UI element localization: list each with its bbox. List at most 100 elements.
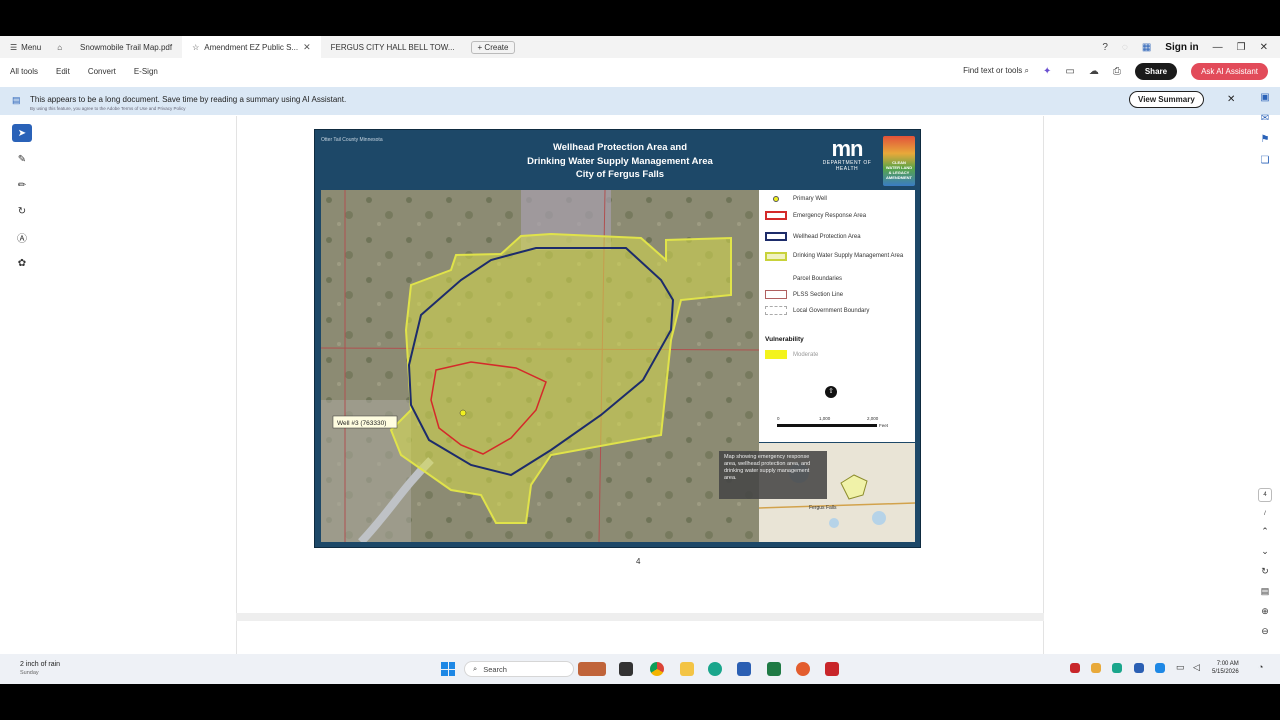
- zoom-out-icon[interactable]: ⊖: [1261, 626, 1269, 637]
- star-icon[interactable]: ☆: [192, 43, 199, 52]
- home-icon[interactable]: ⌂: [49, 36, 70, 58]
- firefox-icon[interactable]: [796, 662, 810, 676]
- vulnerability-title: Vulnerability: [765, 336, 804, 343]
- page-count-icon: /: [1264, 511, 1266, 517]
- word-icon[interactable]: [737, 662, 751, 676]
- bookmarks-icon[interactable]: ⚑: [1261, 134, 1270, 145]
- create-tab-button[interactable]: + Create: [470, 40, 516, 54]
- app-window: ☰ Menu ⌂ Snowmobile Trail Map.pdf ☆ Amen…: [0, 36, 1280, 684]
- tray-icon[interactable]: [1112, 663, 1122, 673]
- tray-icon[interactable]: [1091, 663, 1101, 673]
- restore-icon[interactable]: ❐: [1237, 42, 1246, 53]
- minimize-icon[interactable]: —: [1213, 42, 1223, 53]
- folder-icon[interactable]: [680, 662, 694, 676]
- tab-fergus-city-hall[interactable]: FERGUS CITY HALL BELL TOW...: [321, 36, 465, 58]
- tray-icon[interactable]: [1070, 663, 1080, 673]
- text-select-icon[interactable]: Ⓐ: [12, 228, 32, 246]
- tab-bar: ☰ Menu ⌂ Snowmobile Trail Map.pdf ☆ Amen…: [0, 36, 1280, 58]
- legend-swatch: [765, 306, 787, 315]
- close-window-icon[interactable]: ✕: [1260, 42, 1268, 53]
- volume-icon[interactable]: ◁: [1193, 662, 1200, 673]
- convert-menu[interactable]: Convert: [88, 67, 116, 76]
- apps-grid-icon[interactable]: ▦: [1142, 42, 1151, 53]
- map-svg: Well #3 (763330): [321, 190, 759, 542]
- acrobat-icon[interactable]: [825, 662, 839, 676]
- ai-panel-icon[interactable]: ▣: [1260, 92, 1269, 103]
- ai-summary-icon: ▤: [12, 95, 21, 105]
- sign-in-button[interactable]: Sign in: [1165, 42, 1198, 53]
- menu-button[interactable]: ☰ Menu: [0, 43, 49, 52]
- ai-sparkle-icon[interactable]: ✦: [1043, 66, 1051, 77]
- aerial-map: Well #3 (763330): [321, 190, 759, 542]
- current-page-box[interactable]: 4: [1258, 488, 1272, 502]
- edge-icon[interactable]: [708, 662, 722, 676]
- vulnerability-item: Moderate: [765, 350, 818, 359]
- taskbar-search[interactable]: ⌕ Search: [464, 661, 574, 677]
- close-banner-icon[interactable]: ✕: [1227, 94, 1235, 105]
- clean-water-logo: CLEAN WATER LAND & LEGACY AMENDMENT: [883, 136, 915, 186]
- weather-widget[interactable]: 2 inch of rain Sunday: [20, 660, 60, 678]
- close-tab-icon[interactable]: ✕: [303, 42, 311, 53]
- legend-item: Local Government Boundary: [765, 306, 869, 315]
- refresh-icon[interactable]: ↻: [1261, 566, 1269, 577]
- banner-message: This appears to be a long document. Save…: [30, 95, 347, 104]
- share-button[interactable]: Share: [1134, 62, 1178, 80]
- legend-swatch: [765, 350, 787, 359]
- mdh-logo: mn DEPARTMENT OF HEALTH: [822, 136, 872, 173]
- search-icon: ⌕: [1024, 66, 1029, 75]
- legend-item: Parcel Boundaries: [765, 274, 842, 283]
- excel-icon[interactable]: [767, 662, 781, 676]
- select-cursor-icon[interactable]: ➤: [12, 124, 32, 142]
- tab-snowmobile[interactable]: Snowmobile Trail Map.pdf: [70, 36, 182, 58]
- legend-item: PLSS Section Line: [765, 290, 843, 299]
- legend-swatch: [765, 211, 787, 220]
- alt-text-tooltip: Map showing emergency response area, wel…: [719, 451, 827, 499]
- well-label: Well #3 (763330): [337, 420, 386, 427]
- cloud-icon[interactable]: ☁: [1089, 66, 1099, 77]
- all-tools-menu[interactable]: All tools: [10, 67, 38, 76]
- page-up-icon[interactable]: ⌃: [1261, 526, 1269, 537]
- legend-swatch: [765, 290, 787, 299]
- notification-bell-icon[interactable]: ◔: [1258, 662, 1263, 672]
- notifications-icon[interactable]: ◌: [1122, 42, 1128, 53]
- quick-tools: ➤ ✎ ✏ ↻ Ⓐ ✿: [10, 124, 34, 272]
- map-figure: Otter Tail County Minnesota Wellhead Pro…: [314, 129, 921, 548]
- north-arrow-icon: ⇧: [825, 386, 837, 398]
- right-rail: ▣ ✉ ⚑ ❏: [1255, 92, 1275, 166]
- tray-icon[interactable]: [1134, 663, 1144, 673]
- page-view-icon[interactable]: ▭: [1065, 66, 1074, 77]
- chrome-icon[interactable]: [650, 662, 664, 676]
- find-tools[interactable]: Find text or tools ⌕: [963, 66, 1029, 76]
- legend-item: Drinking Water Supply Management Area: [765, 252, 905, 261]
- legend-swatch: [765, 274, 787, 283]
- tab-amendment[interactable]: ☆ Amendment EZ Public S... ✕: [182, 36, 321, 58]
- hamburger-icon: ☰: [10, 42, 18, 52]
- view-summary-button[interactable]: View Summary: [1129, 91, 1204, 108]
- ask-ai-assistant-button[interactable]: Ask AI Assistant: [1191, 62, 1268, 80]
- print-icon[interactable]: ⎙: [1113, 66, 1121, 77]
- save-icon[interactable]: ▤: [1261, 586, 1270, 597]
- page-down-icon[interactable]: ⌄: [1261, 546, 1269, 557]
- search-icon: ⌕: [473, 664, 478, 673]
- edit-menu[interactable]: Edit: [56, 67, 70, 76]
- legend-swatch: [765, 252, 787, 261]
- pages-icon[interactable]: ❏: [1261, 155, 1270, 166]
- stamp-icon[interactable]: ✿: [12, 254, 32, 272]
- comment-icon[interactable]: ✎: [12, 150, 32, 168]
- toolbar: All tools Edit Convert E-Sign Find text …: [0, 58, 1280, 84]
- legend-item: Wellhead Protection Area: [765, 232, 861, 241]
- windows-start-icon[interactable]: [441, 662, 455, 676]
- comments-panel-icon[interactable]: ✉: [1261, 113, 1269, 124]
- esign-menu[interactable]: E-Sign: [134, 67, 158, 76]
- bluetooth-icon[interactable]: [1155, 663, 1165, 673]
- file-explorer-icon[interactable]: [619, 662, 633, 676]
- ai-summary-banner: ▤ This appears to be a long document. Sa…: [0, 87, 1280, 115]
- network-icon[interactable]: ▭: [1176, 662, 1185, 673]
- draw-icon[interactable]: ↻: [12, 202, 32, 220]
- zoom-in-icon[interactable]: ⊕: [1261, 606, 1269, 617]
- system-clock[interactable]: 7:00 AM 5/15/2026: [1212, 660, 1239, 676]
- highlight-icon[interactable]: ✏: [12, 176, 32, 194]
- help-icon[interactable]: ?: [1102, 42, 1108, 53]
- news-widget-icon[interactable]: [578, 662, 606, 676]
- legend-swatch: [765, 232, 787, 241]
